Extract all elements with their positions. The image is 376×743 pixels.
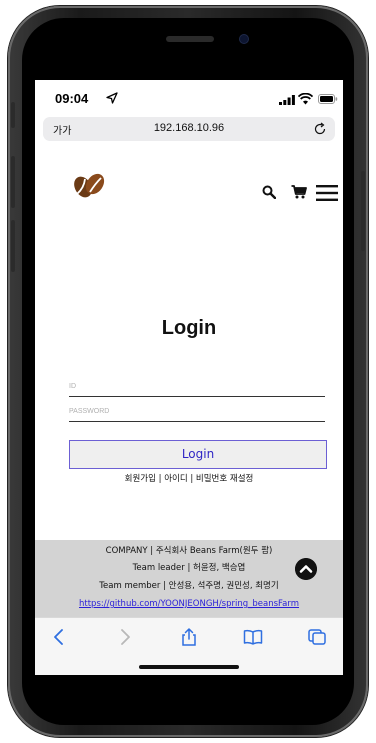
cart-icon[interactable] (291, 185, 307, 199)
mute-switch (11, 102, 15, 128)
footer-github-link[interactable]: https://github.com/YOONJEONGH/spring_bea… (35, 599, 343, 609)
search-icon[interactable] (262, 185, 276, 199)
browser-toolbar (35, 617, 343, 675)
forward-icon[interactable] (115, 628, 135, 646)
coffee-bean-logo[interactable] (71, 170, 107, 200)
reload-icon[interactable] (313, 122, 327, 136)
home-indicator[interactable] (139, 665, 239, 669)
cellular-signal-icon (279, 95, 295, 105)
power-button (361, 171, 365, 251)
page-title: Login (161, 317, 217, 339)
footer-team-member: Team member | 안성용, 석주명, 권민성, 최명기 (99, 581, 279, 591)
account-links[interactable]: 회원가입 | 아이디 | 비밀번호 재설정 (35, 472, 343, 484)
volume-down-button (11, 220, 15, 272)
footer-company: COMPANY | 주식회사 Beans Farm(원두 팜) (105, 546, 273, 556)
back-icon[interactable] (49, 628, 69, 646)
volume-up-button (11, 156, 15, 208)
battery-icon (318, 94, 338, 104)
bookmarks-icon[interactable] (243, 628, 263, 646)
login-button[interactable]: Login (69, 440, 327, 469)
web-content: Login Login 회원가입 | 아이디 | 비밀번호 재설정 COMPAN… (35, 142, 343, 617)
password-input[interactable] (69, 401, 325, 422)
status-bar: 09:04 (35, 80, 343, 116)
location-arrow-icon (106, 92, 118, 104)
status-time: 09:04 (55, 91, 89, 106)
share-icon[interactable] (179, 628, 199, 646)
wifi-icon (298, 93, 313, 105)
front-camera (240, 35, 248, 43)
url-text[interactable]: 192.168.10.96 (43, 122, 335, 134)
address-bar[interactable]: 가가 192.168.10.96 (43, 117, 335, 141)
id-input[interactable] (69, 376, 325, 397)
tabs-icon[interactable] (307, 628, 327, 646)
site-footer: COMPANY | 주식회사 Beans Farm(원두 팜) Team lea… (35, 540, 343, 617)
hamburger-menu-icon[interactable] (316, 184, 338, 202)
earpiece-speaker (166, 36, 214, 42)
phone-screen: 09:04 가가 192.168.10.96 Login ID Login 회원… (35, 80, 343, 675)
scroll-to-top-icon[interactable] (295, 558, 317, 580)
